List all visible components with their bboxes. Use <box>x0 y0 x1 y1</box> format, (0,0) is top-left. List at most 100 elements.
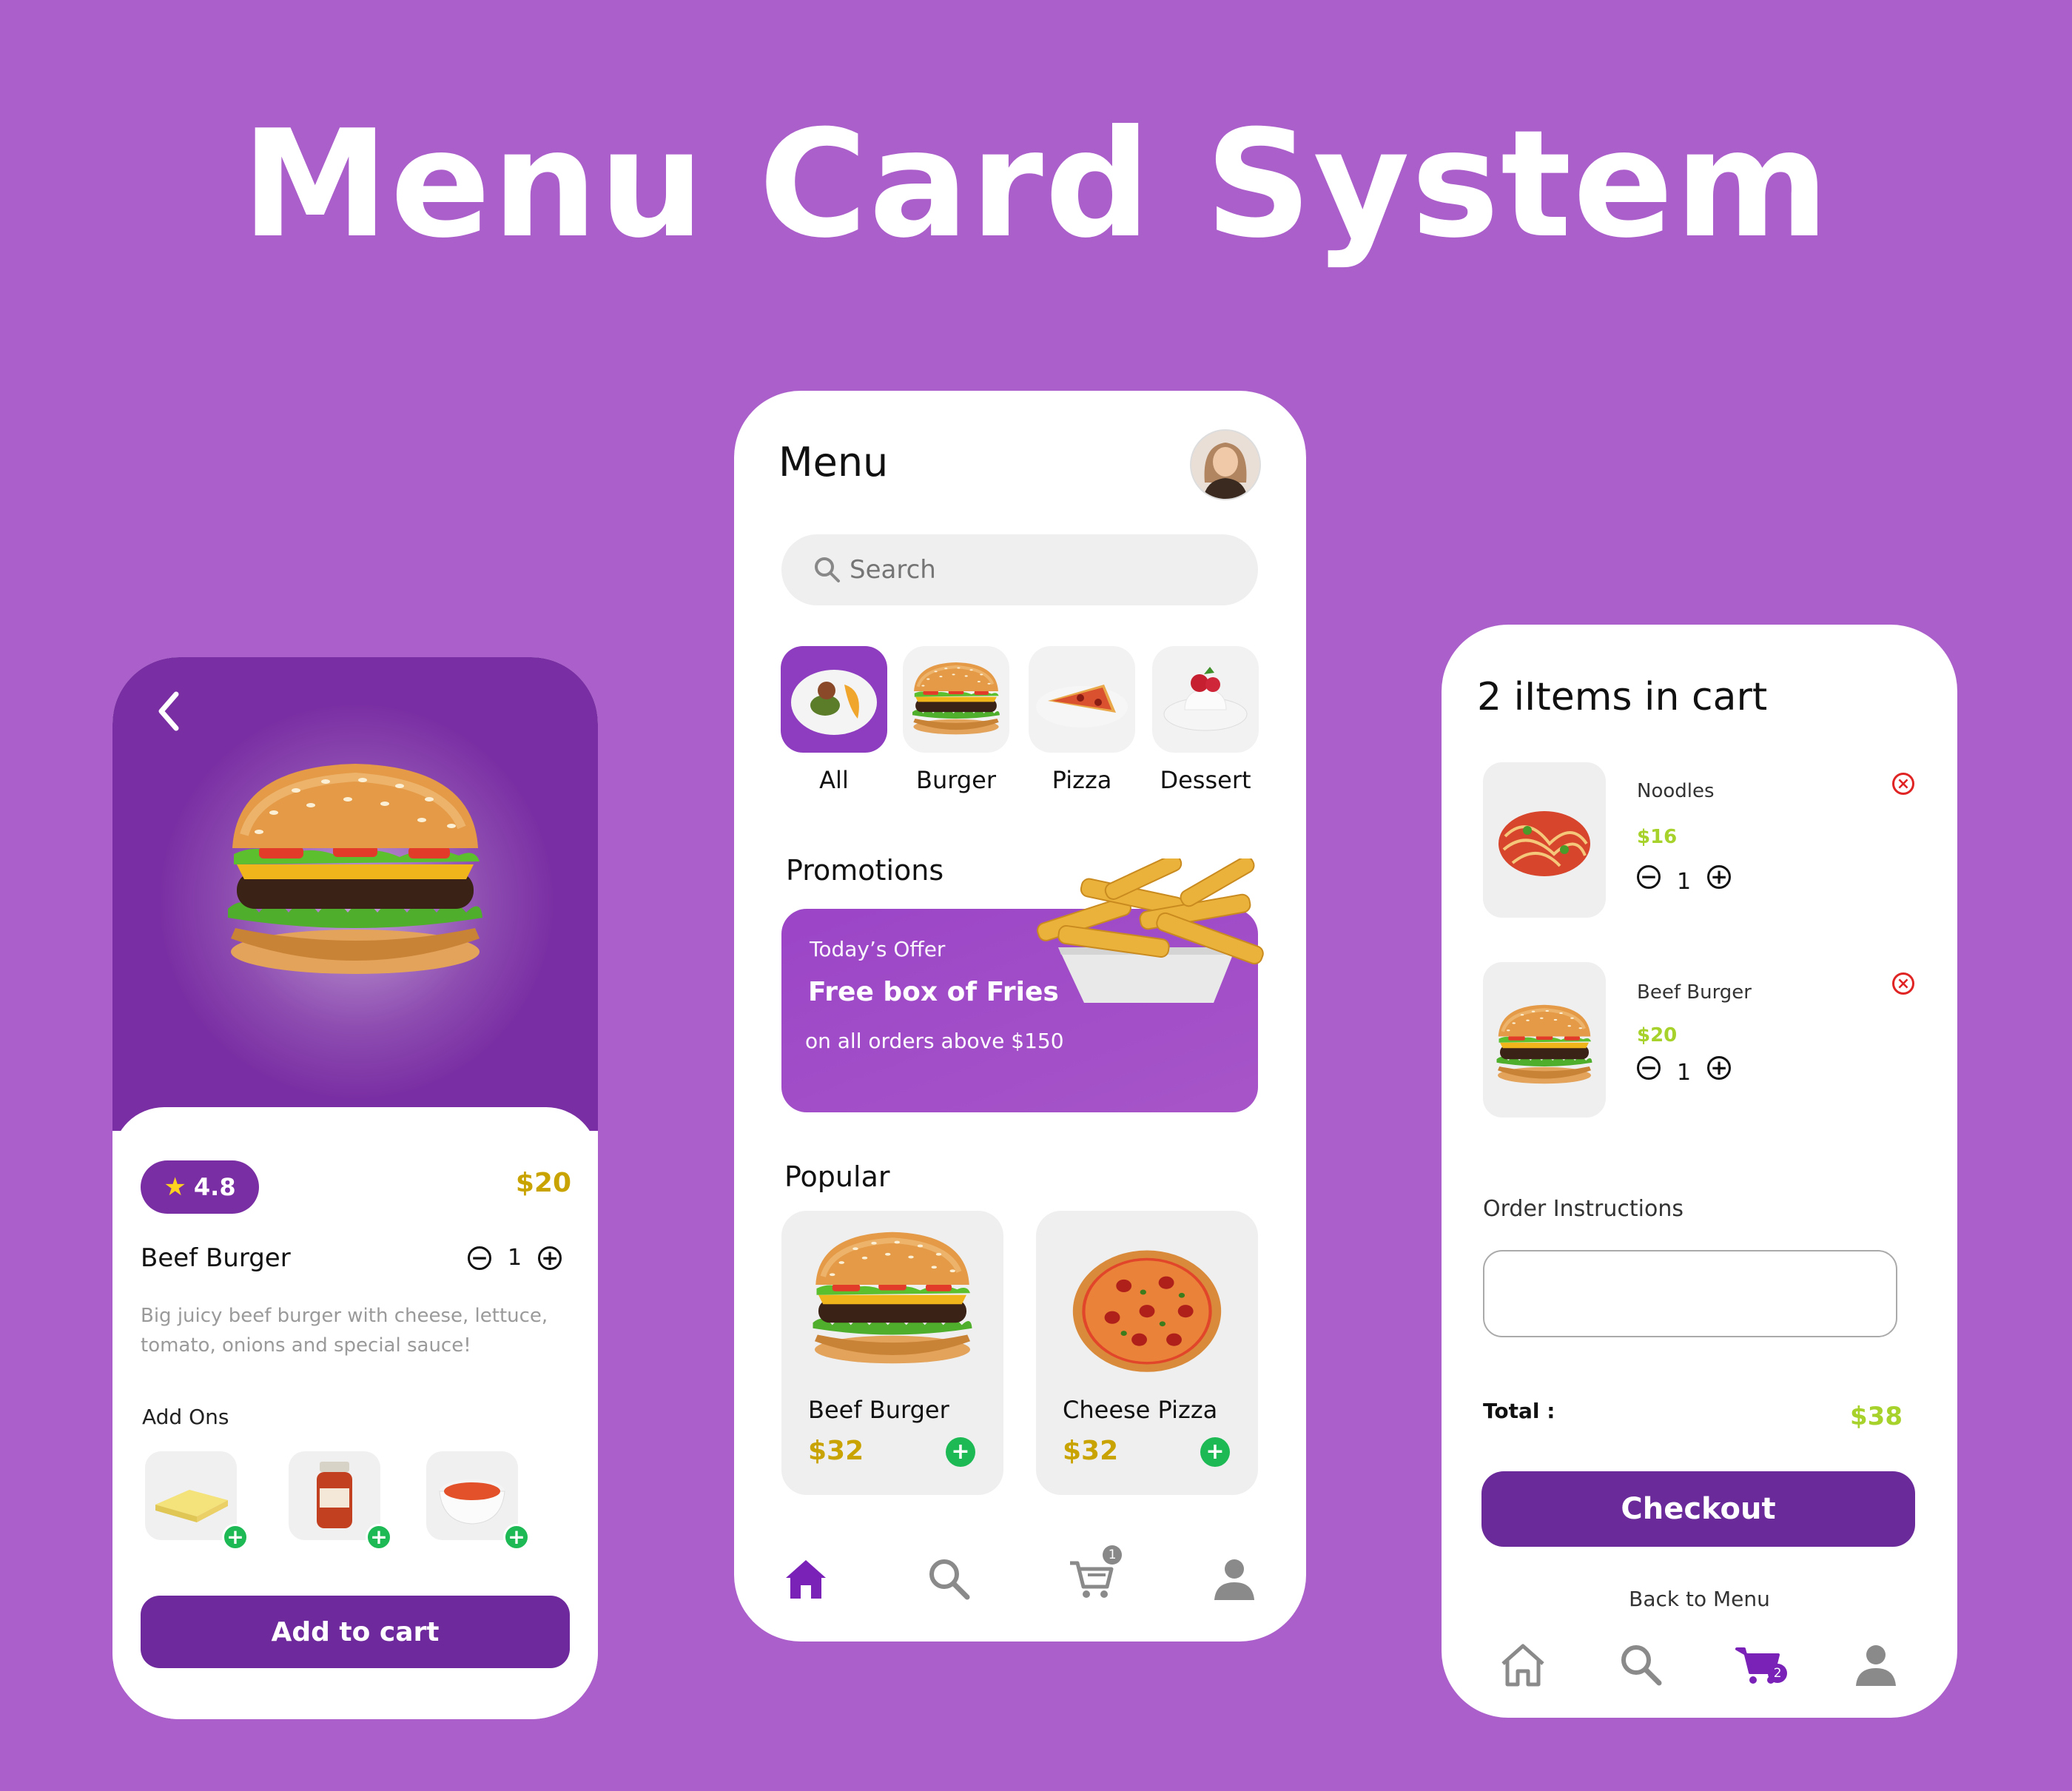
promotions-title: Promotions <box>786 854 944 887</box>
soup-bowl-icon <box>439 1479 505 1525</box>
cart-item-name: Beef Burger <box>1637 981 1752 1004</box>
category-pizza-label: Pizza <box>1052 766 1112 794</box>
popular-card-cheese-pizza[interactable]: Cheese Pizza $32 + <box>1036 1211 1258 1495</box>
category-burger-tile <box>903 646 1009 753</box>
back-arrow-icon[interactable] <box>147 685 191 737</box>
user-avatar[interactable] <box>1190 429 1261 500</box>
burger-icon <box>1483 962 1606 1118</box>
category-dessert-tile <box>1152 646 1259 753</box>
cart-item-price: $20 <box>1637 1024 1678 1046</box>
category-dessert-label: Dessert <box>1160 766 1251 794</box>
cart-nav-item[interactable]: 1 <box>1066 1545 1123 1604</box>
cart-title: 2 iItems in cart <box>1477 675 1768 719</box>
add-popular-pizza-button[interactable]: + <box>1200 1437 1230 1467</box>
back-to-menu-link[interactable]: Back to Menu <box>1442 1587 1957 1611</box>
bottom-nav: 2 <box>1442 1639 1957 1690</box>
minus-icon[interactable]: − <box>1637 864 1661 889</box>
user-icon[interactable] <box>1208 1553 1260 1604</box>
add-addon-soup-button[interactable]: + <box>503 1524 530 1550</box>
promo-subtext: on all orders above $150 <box>805 1029 1064 1053</box>
product-detail-screen: ★ 4.8 $20 Beef Burger − 1 + Big juicy be… <box>112 657 598 1719</box>
fries-image <box>1037 858 1264 1003</box>
cart-item-burger-image <box>1483 962 1606 1118</box>
menu-screen: Menu All Burger <box>734 391 1306 1642</box>
bottom-nav: 1 <box>734 1545 1306 1604</box>
popular-item-name: Beef Burger <box>808 1396 949 1424</box>
popular-title: Popular <box>784 1160 890 1193</box>
total-label: Total : <box>1483 1399 1555 1423</box>
category-all-tile <box>781 646 887 753</box>
star-icon: ★ <box>164 1172 186 1202</box>
quantity-value: 1 <box>1677 1060 1692 1086</box>
add-addon-cheese-button[interactable]: + <box>222 1524 249 1550</box>
addon-cheese[interactable]: + <box>145 1451 249 1550</box>
product-price: $20 <box>515 1168 571 1198</box>
addon-sauce[interactable]: + <box>289 1451 392 1550</box>
cheese-slices-icon <box>155 1490 228 1522</box>
home-icon[interactable] <box>780 1553 832 1604</box>
remove-item-noodles-icon[interactable]: × <box>1892 773 1914 795</box>
category-burger-label: Burger <box>916 766 996 794</box>
rating-badge: ★ 4.8 <box>141 1160 259 1214</box>
category-pizza[interactable]: Pizza <box>1029 646 1135 794</box>
search-bar[interactable] <box>781 534 1258 605</box>
menu-title: Menu <box>778 439 889 485</box>
quantity-stepper: − 1 + <box>1637 1049 1732 1086</box>
quantity-value: 1 <box>1677 869 1692 895</box>
sauce-jar-icon <box>317 1462 352 1528</box>
search-icon[interactable] <box>1615 1639 1666 1690</box>
category-all[interactable]: All <box>781 646 887 794</box>
dessert-icon <box>1163 667 1248 731</box>
plus-icon[interactable]: + <box>538 1246 562 1270</box>
category-dessert[interactable]: Dessert <box>1152 646 1259 794</box>
burger-icon <box>903 646 1009 753</box>
page-title: Menu Card System <box>241 98 1831 271</box>
addon-soup[interactable]: + <box>426 1451 530 1550</box>
add-popular-burger-button[interactable]: + <box>946 1437 975 1467</box>
remove-item-burger-icon[interactable]: × <box>1892 972 1914 995</box>
cart-item-noodles-image <box>1483 762 1606 918</box>
search-icon[interactable] <box>923 1553 975 1604</box>
addons-label: Add Ons <box>142 1405 229 1429</box>
popular-item-price: $32 <box>808 1436 864 1466</box>
add-addon-sauce-button[interactable]: + <box>366 1524 392 1550</box>
product-name: Beef Burger <box>141 1243 291 1273</box>
popular-card-beef-burger[interactable]: Beef Burger $32 + <box>781 1211 1003 1495</box>
cart-nav-item[interactable]: 2 <box>1732 1639 1788 1690</box>
burger-image <box>781 1211 1003 1388</box>
total-value: $38 <box>1850 1402 1903 1431</box>
category-all-label: All <box>819 766 849 794</box>
order-instructions-label: Order Instructions <box>1483 1196 1684 1222</box>
rating-value: 4.8 <box>193 1173 236 1201</box>
mixed-plate-icon <box>791 670 877 735</box>
cart-screen: 2 iItems in cart Noodles $16 − 1 + × Bee… <box>1442 625 1957 1718</box>
cart-item-price: $16 <box>1637 826 1678 848</box>
quantity-stepper: − 1 + <box>1637 858 1732 895</box>
pizza-slice-icon <box>1036 685 1128 728</box>
avatar-portrait-icon <box>1203 443 1248 499</box>
plus-icon[interactable]: + <box>1707 864 1732 889</box>
pizza-image <box>1072 1250 1222 1372</box>
product-hero <box>112 657 598 1131</box>
cart-item-name: Noodles <box>1637 780 1715 802</box>
minus-icon[interactable]: − <box>468 1246 491 1270</box>
quantity-value: 1 <box>508 1245 522 1271</box>
promo-eyebrow: Today’s Offer <box>810 937 946 961</box>
cart-badge: 1 <box>1103 1545 1123 1565</box>
minus-icon[interactable]: − <box>1637 1055 1661 1080</box>
category-burger[interactable]: Burger <box>903 646 1009 794</box>
quantity-stepper: − 1 + <box>468 1245 562 1271</box>
noodles-icon <box>1498 811 1590 876</box>
search-icon <box>815 557 840 582</box>
user-icon[interactable] <box>1850 1639 1902 1690</box>
checkout-button[interactable]: Checkout <box>1481 1471 1915 1547</box>
add-to-cart-button[interactable]: Add to cart <box>141 1596 570 1668</box>
plus-icon[interactable]: + <box>1707 1055 1732 1080</box>
popular-item-price: $32 <box>1063 1436 1119 1466</box>
product-description: Big juicy beef burger with cheese, lettu… <box>141 1305 548 1357</box>
order-instructions-input[interactable] <box>1483 1250 1897 1337</box>
category-pizza-tile <box>1029 646 1135 753</box>
search-input[interactable] <box>842 536 1251 604</box>
cart-badge: 2 <box>1768 1664 1788 1683</box>
home-icon[interactable] <box>1497 1639 1549 1690</box>
